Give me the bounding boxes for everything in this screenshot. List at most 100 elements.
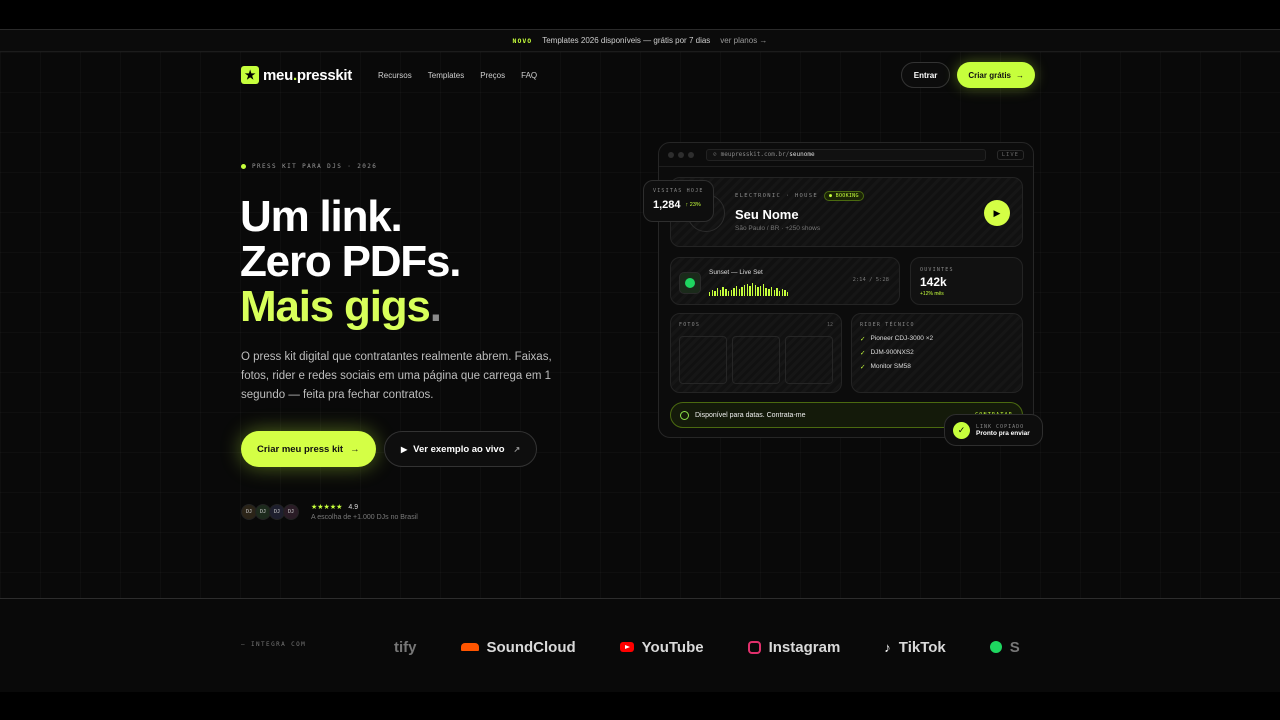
signup-label: Criar grátis [968, 70, 1011, 80]
avatar-group: DJ DJ DJ DJ [241, 504, 299, 520]
youtube-icon [619, 642, 634, 652]
brand-name: YouTube [641, 638, 704, 656]
visits-delta: ↑ 23% [685, 202, 701, 208]
waveform-bar [760, 286, 762, 296]
spotify-icon [679, 272, 701, 294]
play-icon: ▶ [401, 444, 408, 454]
rider-item: DJM-900NXS2 [870, 349, 914, 356]
waveform-bar [762, 284, 765, 296]
brand-name: SoundCloud [486, 638, 576, 656]
brand-name: S [1009, 638, 1020, 656]
track-card: Sunset — Live Set 2:14 / 5:28 [670, 257, 900, 305]
waveform-bar [768, 289, 770, 296]
announcement-banner: NOVO Templates 2026 disponíveis — grátis… [0, 30, 1280, 52]
brand-soundcloud: SoundCloud [460, 638, 576, 656]
waveform-bar [784, 290, 786, 296]
logo-prefix: meu [263, 66, 293, 84]
live-badge: LIVE [996, 149, 1024, 160]
toast-label: LINK COPIADO [976, 423, 1025, 430]
view-example-button[interactable]: ▶ Ver exemplo ao vivo ↗ [384, 431, 538, 467]
visits-label: VISITAS HOJE [653, 188, 704, 194]
waveform-bar [746, 284, 749, 296]
integrations-label: — INTEGRA COM [241, 641, 307, 648]
rider-card: RIDER TÉCNICO ✓ Pioneer CDJ-3000 ×2 ✓ DJM-… [851, 313, 1023, 393]
new-tag: NOVO [512, 36, 533, 45]
photos-card: FOTOS 12 [670, 313, 842, 393]
toast-message: Pronto pra enviar [976, 429, 1030, 437]
waveform-bar [773, 290, 775, 296]
photo-thumbnail[interactable] [732, 336, 780, 384]
profile-card: ELECTRONIC · HOUSE ● BOOKING Seu Nome Sã… [670, 177, 1023, 247]
eyebrow-text: PRESS KIT PARA DJS · 2026 [252, 163, 378, 170]
login-button[interactable]: Entrar [900, 62, 951, 88]
browser-bar: ⊘ meupresskit.com.br/seunome LIVE [659, 143, 1033, 167]
hero-eyebrow: PRESS KIT PARA DJS · 2026 [241, 163, 377, 170]
artist-location: São Paulo / BR · +250 shows [735, 225, 821, 232]
waveform-bar [711, 290, 714, 296]
nav-link-faq[interactable]: FAQ [521, 71, 537, 80]
listeners-label: OUVINTES [920, 267, 954, 273]
brand-name: tify [394, 638, 417, 656]
headline-line-3-text: Mais gigs [240, 282, 431, 331]
brand-youtube: YouTube [619, 638, 704, 656]
list-item: ✓ DJM-900NXS2 [860, 349, 933, 357]
tiktok-icon: ♪ [884, 639, 891, 655]
listeners-delta: +12% mês [920, 291, 944, 297]
photo-thumbnail[interactable] [679, 336, 727, 384]
logo-suffix: presskit [296, 66, 352, 84]
waveform-bar [717, 288, 719, 296]
waveform-bar [709, 292, 711, 296]
avatar: DJ [283, 504, 299, 520]
brand-name: TikTok [898, 638, 946, 656]
rider-label: RIDER TÉCNICO [860, 322, 915, 328]
hero-headline: Um link. Zero PDFs. Mais gigs. [240, 194, 461, 331]
list-item: ✓ Pioneer CDJ-3000 ×2 [860, 335, 933, 343]
waveform-bar [776, 288, 778, 296]
waveform-bar [725, 289, 727, 296]
play-icon: ▶ [993, 207, 1001, 218]
nav-link-recursos[interactable]: Recursos [378, 71, 412, 80]
rider-list: ✓ Pioneer CDJ-3000 ×2 ✓ DJM-900NXS2 ✓ Monit… [860, 335, 933, 377]
social-proof: DJ DJ DJ DJ ★★★★★ 4.9 A escolha de +1.00… [241, 503, 418, 521]
waveform [709, 282, 789, 296]
banner-link[interactable]: ver planos → [720, 36, 767, 45]
check-icon: ✓ [860, 336, 866, 343]
bottom-letterbox [0, 692, 1280, 720]
contract-text: Disponível para datas. Contrata-me [695, 411, 806, 419]
hero-section: ★ meu. presskit Recursos Templates Preços… [0, 52, 1280, 598]
check-icon: ✓ [860, 350, 866, 357]
link-icon: ⊘ [713, 151, 717, 158]
window-dots [668, 151, 694, 158]
headline-dot: . [429, 282, 442, 331]
nav-link-precos[interactable]: Preços [480, 71, 505, 80]
waveform-bar [757, 287, 759, 296]
brand-name: Instagram [768, 638, 841, 656]
waveform-bar [738, 289, 740, 296]
arrow-right-icon: → [1016, 70, 1024, 80]
artist-name: Seu Nome [735, 207, 799, 222]
play-button[interactable]: ▶ [984, 200, 1010, 226]
waveform-bar [765, 288, 767, 296]
visits-row: 1,284 ↑ 23% [653, 199, 704, 211]
logo[interactable]: ★ meu. presskit [241, 66, 352, 84]
photo-thumbnail[interactable] [785, 336, 833, 384]
brand-tiktok: ♪ TikTok [884, 639, 945, 656]
genre-label: ELECTRONIC · HOUSE ● BOOKING [735, 191, 864, 201]
signup-button[interactable]: Criar grátis → [957, 62, 1035, 88]
toast-text: LINK COPIADO Pronto pra enviar [976, 424, 1030, 437]
banner-text: Templates 2026 disponíveis — grátis por … [542, 36, 711, 45]
visits-badge: VISITAS HOJE 1,284 ↑ 23% [643, 180, 714, 222]
waveform-bar [730, 290, 732, 296]
nav-links: Recursos Templates Preços FAQ [378, 71, 537, 80]
check-icon: ✓ [953, 421, 970, 439]
visits-value: 1,284 [653, 199, 681, 211]
brand-instagram: Instagram [747, 638, 841, 656]
listeners-card: OUVINTES 142k +12% mês [910, 257, 1023, 305]
star-icon: ★★★★★ [311, 504, 343, 511]
waveform-bar [722, 287, 724, 296]
waveform-bar [786, 292, 789, 296]
nav-link-templates[interactable]: Templates [428, 71, 464, 80]
waveform-bar [754, 285, 757, 296]
waveform-bar [714, 291, 716, 296]
create-presskit-button[interactable]: Criar meu press kit → [241, 431, 376, 467]
